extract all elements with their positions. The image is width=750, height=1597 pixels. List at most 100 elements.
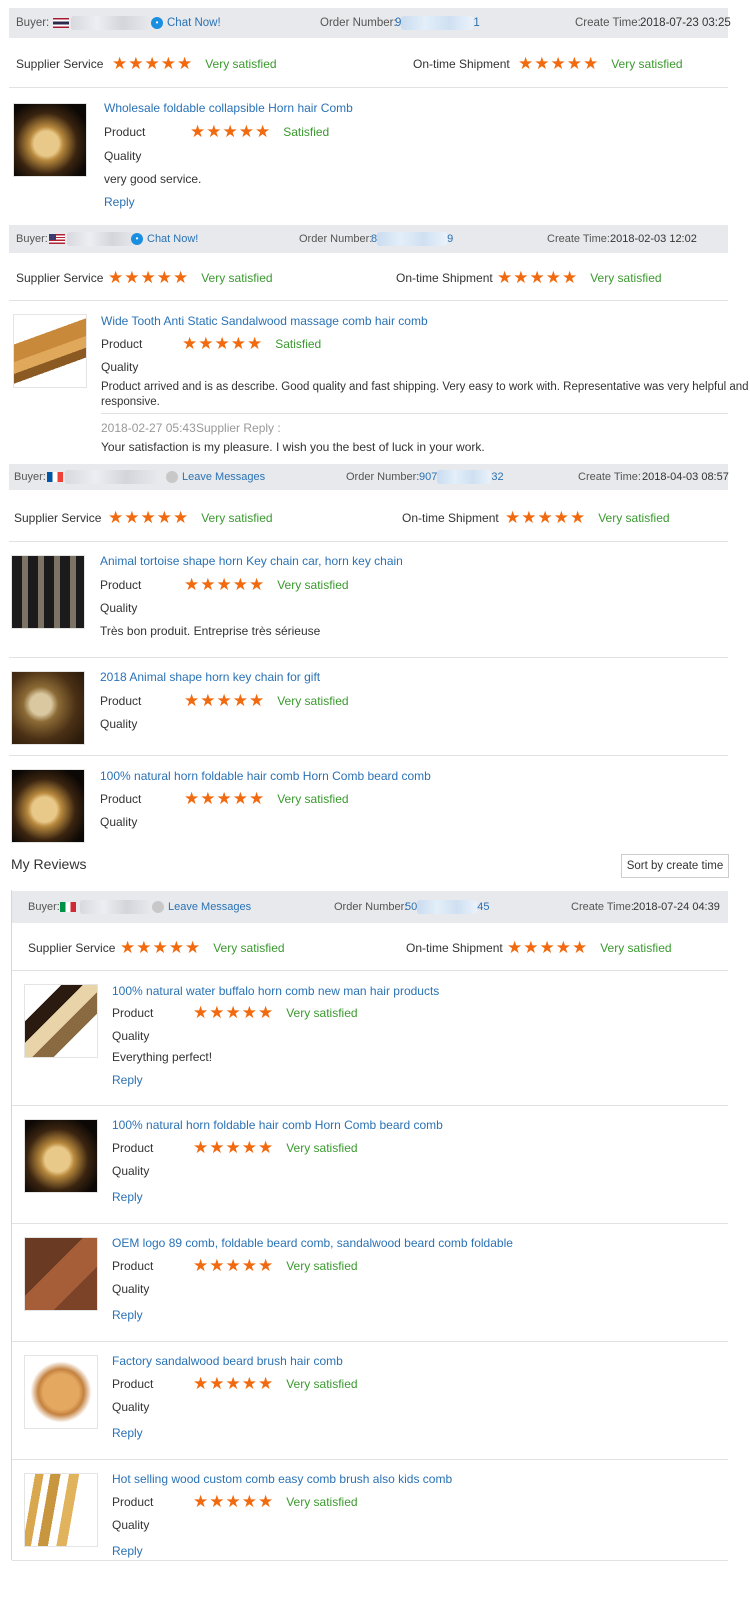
product-thumbnail[interactable] [24, 1355, 98, 1429]
rating-text: Very satisfied [286, 1377, 358, 1391]
product-label: Product [100, 792, 142, 806]
rating-text: Very satisfied [277, 792, 349, 806]
product-label: Product [112, 1141, 154, 1155]
order-header: Buyer: Leave Messages Order Number: 50 45… [12, 891, 728, 923]
order-number-label: Order Number: [320, 17, 397, 29]
product-rating: Product ★★★★★ Very satisfied [112, 1138, 358, 1158]
divider [12, 1341, 728, 1342]
divider [9, 541, 728, 542]
divider [9, 300, 728, 301]
product-title-link[interactable]: Animal tortoise shape horn Key chain car… [100, 554, 403, 568]
product-title-link[interactable]: 100% natural horn foldable hair comb Hor… [100, 769, 431, 783]
star-rating-icon: ★★★★★ [193, 1256, 275, 1276]
product-label: Product [112, 1377, 154, 1391]
review-comment: Everything perfect! [112, 1050, 213, 1064]
reply-link[interactable]: Reply [112, 1190, 143, 1204]
product-title-link[interactable]: Factory sandalwood beard brush hair comb [112, 1354, 343, 1368]
product-thumbnail[interactable] [13, 314, 87, 388]
sort-by-button[interactable]: Sort by create time [621, 854, 729, 878]
create-time-value: 2018-02-03 12:02 [610, 233, 697, 245]
product-label: Product [100, 578, 142, 592]
rating-text: Very satisfied [277, 578, 349, 592]
product-title-link[interactable]: Wholesale foldable collapsible Horn hair… [104, 101, 353, 115]
product-title-link[interactable]: Wide Tooth Anti Static Sandalwood massag… [101, 314, 428, 328]
order-number-link[interactable]: 907 32 [419, 470, 504, 484]
ontime-shipment-label: On-time Shipment [406, 941, 503, 955]
order-header: Buyer: Leave Messages Order Number: 907 3… [9, 464, 729, 490]
supplier-reply-text: Your satisfaction is my pleasure. I wish… [101, 440, 485, 454]
supplier-reply-label: Supplier Reply : [196, 421, 281, 435]
usa-flag-icon [49, 234, 65, 245]
create-time-label: Create Time: [575, 17, 641, 29]
ontime-shipment-rating: On-time Shipment ★★★★★ Very satisfied [396, 268, 662, 288]
supplier-service-label: Supplier Service [28, 941, 116, 955]
star-rating-icon: ★★★★★ [112, 54, 194, 74]
star-rating-icon: ★★★★★ [507, 938, 589, 958]
order-number-link[interactable]: 91 [395, 16, 480, 30]
rating-text: Very satisfied [201, 271, 273, 285]
order-number-link[interactable]: 50 45 [405, 900, 490, 914]
quality-label: Quality [100, 717, 138, 731]
leave-messages-link[interactable]: Leave Messages [152, 900, 252, 914]
reply-link[interactable]: Reply [112, 1308, 143, 1322]
buyer-label: Buyer: [14, 471, 46, 483]
star-rating-icon: ★★★★★ [184, 691, 266, 711]
order-number-link[interactable]: 89 [371, 232, 453, 246]
rating-text: Very satisfied [590, 271, 662, 285]
create-time-label: Create Time: [578, 471, 641, 483]
ontime-shipment-label: On-time Shipment [396, 271, 493, 285]
quality-label: Quality [112, 1518, 150, 1532]
order-number-suffix: 9 [447, 232, 454, 245]
divider [9, 657, 728, 658]
reply-link[interactable]: Reply [112, 1426, 143, 1440]
product-thumbnail[interactable] [11, 671, 85, 745]
product-rating: Product ★★★★★ Very satisfied [112, 1492, 358, 1512]
chat-now-link[interactable]: • Chat Now! [131, 233, 198, 246]
leave-messages-link[interactable]: Leave Messages [166, 471, 265, 484]
message-icon [152, 901, 164, 914]
product-thumbnail[interactable] [11, 555, 85, 629]
ontime-shipment-rating: On-time Shipment ★★★★★ Very satisfied [406, 938, 672, 958]
product-thumbnail[interactable] [24, 1473, 98, 1547]
rating-text: Very satisfied [277, 694, 349, 708]
supplier-service-rating: Supplier Service ★★★★★ Very satisfied [16, 54, 277, 74]
product-title-link[interactable]: 2018 Animal shape horn key chain for gif… [100, 670, 320, 684]
divider [9, 755, 728, 756]
chat-now-link[interactable]: • Chat Now! [151, 16, 221, 29]
message-icon [166, 471, 178, 484]
product-thumbnail[interactable] [11, 769, 85, 843]
product-label: Product [100, 694, 142, 708]
quality-label: Quality [101, 360, 139, 374]
rating-text: Satisfied [275, 337, 322, 351]
product-thumbnail[interactable] [13, 103, 87, 177]
review-comment: Très bon produit. Entreprise très sérieu… [100, 624, 321, 638]
quality-label: Quality [112, 1282, 150, 1296]
rating-text: Satisfied [283, 125, 330, 139]
order-header: Buyer: • Chat Now! Order Number: 89 Creat… [9, 225, 728, 253]
review-comment: very good service. [104, 172, 202, 186]
product-rating: Product ★★★★★ Very satisfied [100, 575, 349, 595]
star-rating-icon: ★★★★★ [108, 268, 190, 288]
leave-messages-label: Leave Messages [168, 900, 252, 913]
buyer-label: Buyer: [16, 233, 48, 245]
star-rating-icon: ★★★★★ [497, 268, 579, 288]
my-reviews-heading: My Reviews [11, 856, 87, 872]
rating-text: Very satisfied [611, 57, 683, 71]
supplier-service-label: Supplier Service [16, 271, 104, 285]
product-title-link[interactable]: 100% natural water buffalo horn comb new… [112, 984, 439, 998]
product-thumbnail[interactable] [24, 984, 98, 1058]
product-thumbnail[interactable] [24, 1119, 98, 1193]
product-label: Product [104, 125, 146, 139]
rating-text: Very satisfied [286, 1006, 358, 1020]
create-time-value: 2018-07-24 04:39 [633, 901, 720, 913]
reply-link[interactable]: Reply [112, 1073, 143, 1087]
product-title-link[interactable]: Hot selling wood custom comb easy comb b… [112, 1472, 452, 1486]
ontime-shipment-label: On-time Shipment [402, 511, 499, 525]
product-title-link[interactable]: 100% natural horn foldable hair comb Hor… [112, 1118, 443, 1132]
product-title-link[interactable]: OEM logo 89 comb, foldable beard comb, s… [112, 1236, 513, 1250]
product-rating: Product ★★★★★ Very satisfied [100, 789, 349, 809]
product-thumbnail[interactable] [24, 1237, 98, 1311]
star-rating-icon: ★★★★★ [108, 508, 190, 528]
reply-link[interactable]: Reply [104, 195, 135, 209]
reply-link[interactable]: Reply [112, 1544, 143, 1558]
